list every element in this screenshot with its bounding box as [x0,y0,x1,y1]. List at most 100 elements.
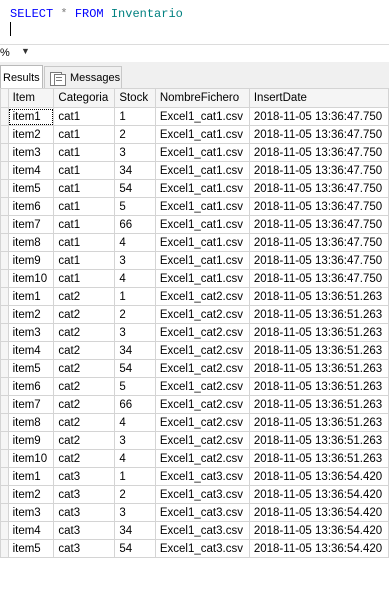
cell-categoria[interactable]: cat2 [53,431,116,450]
cell-item[interactable]: item1 [7,467,55,486]
table-row[interactable]: item4 cat2 34 Excel1_cat2.csv 2018-11-05 13:… [0,341,389,360]
table-row[interactable]: item3 cat3 3 Excel1_cat3.csv 2018-11-05 13:3… [0,503,389,522]
cell-item[interactable]: item6 [7,377,55,396]
table-row[interactable]: item3 cat1 3 Excel1_cat1.csv 2018-11-05 13:3… [0,143,389,162]
sql-editor[interactable]: SELECT * FROM Inventario [0,0,389,44]
chevron-down-icon[interactable]: ▼ [21,46,30,56]
cell-categoria[interactable]: cat1 [53,107,116,126]
cell-stock[interactable]: 1 [114,467,156,486]
cell-nombrefichero[interactable]: Excel1_cat2.csv [154,395,250,414]
row-header[interactable] [0,197,9,216]
cell-nombrefichero[interactable]: Excel1_cat1.csv [154,143,250,162]
cell-insertdate[interactable]: 2018-11-05 13:36:54.420 [248,467,389,486]
column-header-nombrefichero[interactable]: NombreFichero [154,88,250,108]
cell-item[interactable]: item7 [7,395,55,414]
row-header[interactable] [0,539,9,558]
cell-nombrefichero[interactable]: Excel1_cat1.csv [154,179,250,198]
cell-nombrefichero[interactable]: Excel1_cat1.csv [154,215,250,234]
table-row[interactable]: item4 cat1 34 Excel1_cat1.csv 2018-11-05 13:… [0,161,389,180]
cell-insertdate[interactable]: 2018-11-05 13:36:51.263 [248,395,389,414]
table-row[interactable]: item5 cat3 54 Excel1_cat3.csv 2018-11-05 13:… [0,539,389,558]
cell-insertdate[interactable]: 2018-11-05 13:36:51.263 [248,341,389,360]
cell-stock[interactable]: 2 [114,485,156,504]
cell-item[interactable]: item3 [7,143,55,162]
cell-categoria[interactable]: cat2 [53,395,116,414]
row-header[interactable] [0,467,9,486]
cell-item[interactable]: item1 [7,107,55,126]
cell-nombrefichero[interactable]: Excel1_cat2.csv [154,305,250,324]
cell-stock[interactable]: 54 [114,359,156,378]
row-header[interactable] [0,143,9,162]
cell-categoria[interactable]: cat3 [53,521,116,540]
cell-categoria[interactable]: cat1 [53,215,116,234]
cell-nombrefichero[interactable]: Excel1_cat3.csv [154,503,250,522]
cell-nombrefichero[interactable]: Excel1_cat2.csv [154,449,250,468]
row-header[interactable] [0,215,9,234]
cell-nombrefichero[interactable]: Excel1_cat1.csv [154,197,250,216]
cell-insertdate[interactable]: 2018-11-05 13:36:47.750 [248,143,389,162]
cell-insertdate[interactable]: 2018-11-05 13:36:47.750 [248,215,389,234]
row-header[interactable] [0,251,9,270]
cell-categoria[interactable]: cat2 [53,305,116,324]
cell-stock[interactable]: 3 [114,431,156,450]
zoom-value[interactable]: % [0,47,10,59]
row-header[interactable] [0,125,9,144]
column-header-categoria[interactable]: Categoria [53,88,116,108]
cell-categoria[interactable]: cat1 [53,269,116,288]
cell-item[interactable]: item5 [7,359,55,378]
table-row[interactable]: item9 cat1 3 Excel1_cat1.csv 2018-11-05 13:3… [0,251,389,270]
table-row[interactable]: item2 cat3 2 Excel1_cat3.csv 2018-11-05 13:3… [0,485,389,504]
cell-nombrefichero[interactable]: Excel1_cat2.csv [154,287,250,306]
cell-item[interactable]: item1 [7,287,55,306]
row-header[interactable] [0,413,9,432]
cell-item[interactable]: item3 [7,323,55,342]
cell-item[interactable]: item2 [7,125,55,144]
cell-stock[interactable]: 66 [114,395,156,414]
row-header[interactable] [0,161,9,180]
cell-nombrefichero[interactable]: Excel1_cat1.csv [154,161,250,180]
row-header[interactable] [0,503,9,522]
cell-categoria[interactable]: cat2 [53,341,116,360]
cell-nombrefichero[interactable]: Excel1_cat1.csv [154,233,250,252]
table-row[interactable]: item2 cat1 2 Excel1_cat1.csv 2018-11-05 13:3… [0,125,389,144]
cell-item[interactable]: item4 [7,161,55,180]
row-header[interactable] [0,449,9,468]
table-row[interactable]: item10 cat1 4 Excel1_cat1.csv 2018-11-05 13:… [0,269,389,288]
cell-stock[interactable]: 4 [114,449,156,468]
cell-categoria[interactable]: cat1 [53,161,116,180]
row-header[interactable] [0,377,9,396]
cell-stock[interactable]: 4 [114,413,156,432]
cell-nombrefichero[interactable]: Excel1_cat2.csv [154,413,250,432]
cell-insertdate[interactable]: 2018-11-05 13:36:47.750 [248,233,389,252]
cell-categoria[interactable]: cat1 [53,125,116,144]
cell-categoria[interactable]: cat2 [53,287,116,306]
table-row[interactable]: item9 cat2 3 Excel1_cat2.csv 2018-11-05 13:3… [0,431,389,450]
cell-stock[interactable]: 1 [114,107,156,126]
cell-nombrefichero[interactable]: Excel1_cat3.csv [154,539,250,558]
cell-stock[interactable]: 2 [114,305,156,324]
cell-stock[interactable]: 4 [114,233,156,252]
cell-insertdate[interactable]: 2018-11-05 13:36:54.420 [248,485,389,504]
cell-stock[interactable]: 3 [114,323,156,342]
cell-categoria[interactable]: cat1 [53,233,116,252]
cell-stock[interactable]: 5 [114,197,156,216]
row-header[interactable] [0,305,9,324]
cell-categoria[interactable]: cat2 [53,359,116,378]
cell-insertdate[interactable]: 2018-11-05 13:36:51.263 [248,287,389,306]
tab-messages[interactable]: Messages [44,66,122,88]
cell-categoria[interactable]: cat1 [53,143,116,162]
cell-item[interactable]: item4 [7,341,55,360]
row-header[interactable] [0,269,9,288]
cell-categoria[interactable]: cat1 [53,197,116,216]
table-row[interactable]: item8 cat1 4 Excel1_cat1.csv 2018-11-05 13:3… [0,233,389,252]
cell-insertdate[interactable]: 2018-11-05 13:36:47.750 [248,251,389,270]
table-row[interactable]: item6 cat2 5 Excel1_cat2.csv 2018-11-05 13:3… [0,377,389,396]
cell-insertdate[interactable]: 2018-11-05 13:36:51.263 [248,413,389,432]
table-row[interactable]: item5 cat2 54 Excel1_cat2.csv 2018-11-05 13:… [0,359,389,378]
table-row[interactable]: item10 cat2 4 Excel1_cat2.csv 2018-11-05 13:… [0,449,389,468]
cell-insertdate[interactable]: 2018-11-05 13:36:47.750 [248,125,389,144]
row-header[interactable] [0,287,9,306]
table-row[interactable]: item5 cat1 54 Excel1_cat1.csv 2018-11-05 13:… [0,179,389,198]
row-header[interactable] [0,323,9,342]
cell-categoria[interactable]: cat1 [53,179,116,198]
